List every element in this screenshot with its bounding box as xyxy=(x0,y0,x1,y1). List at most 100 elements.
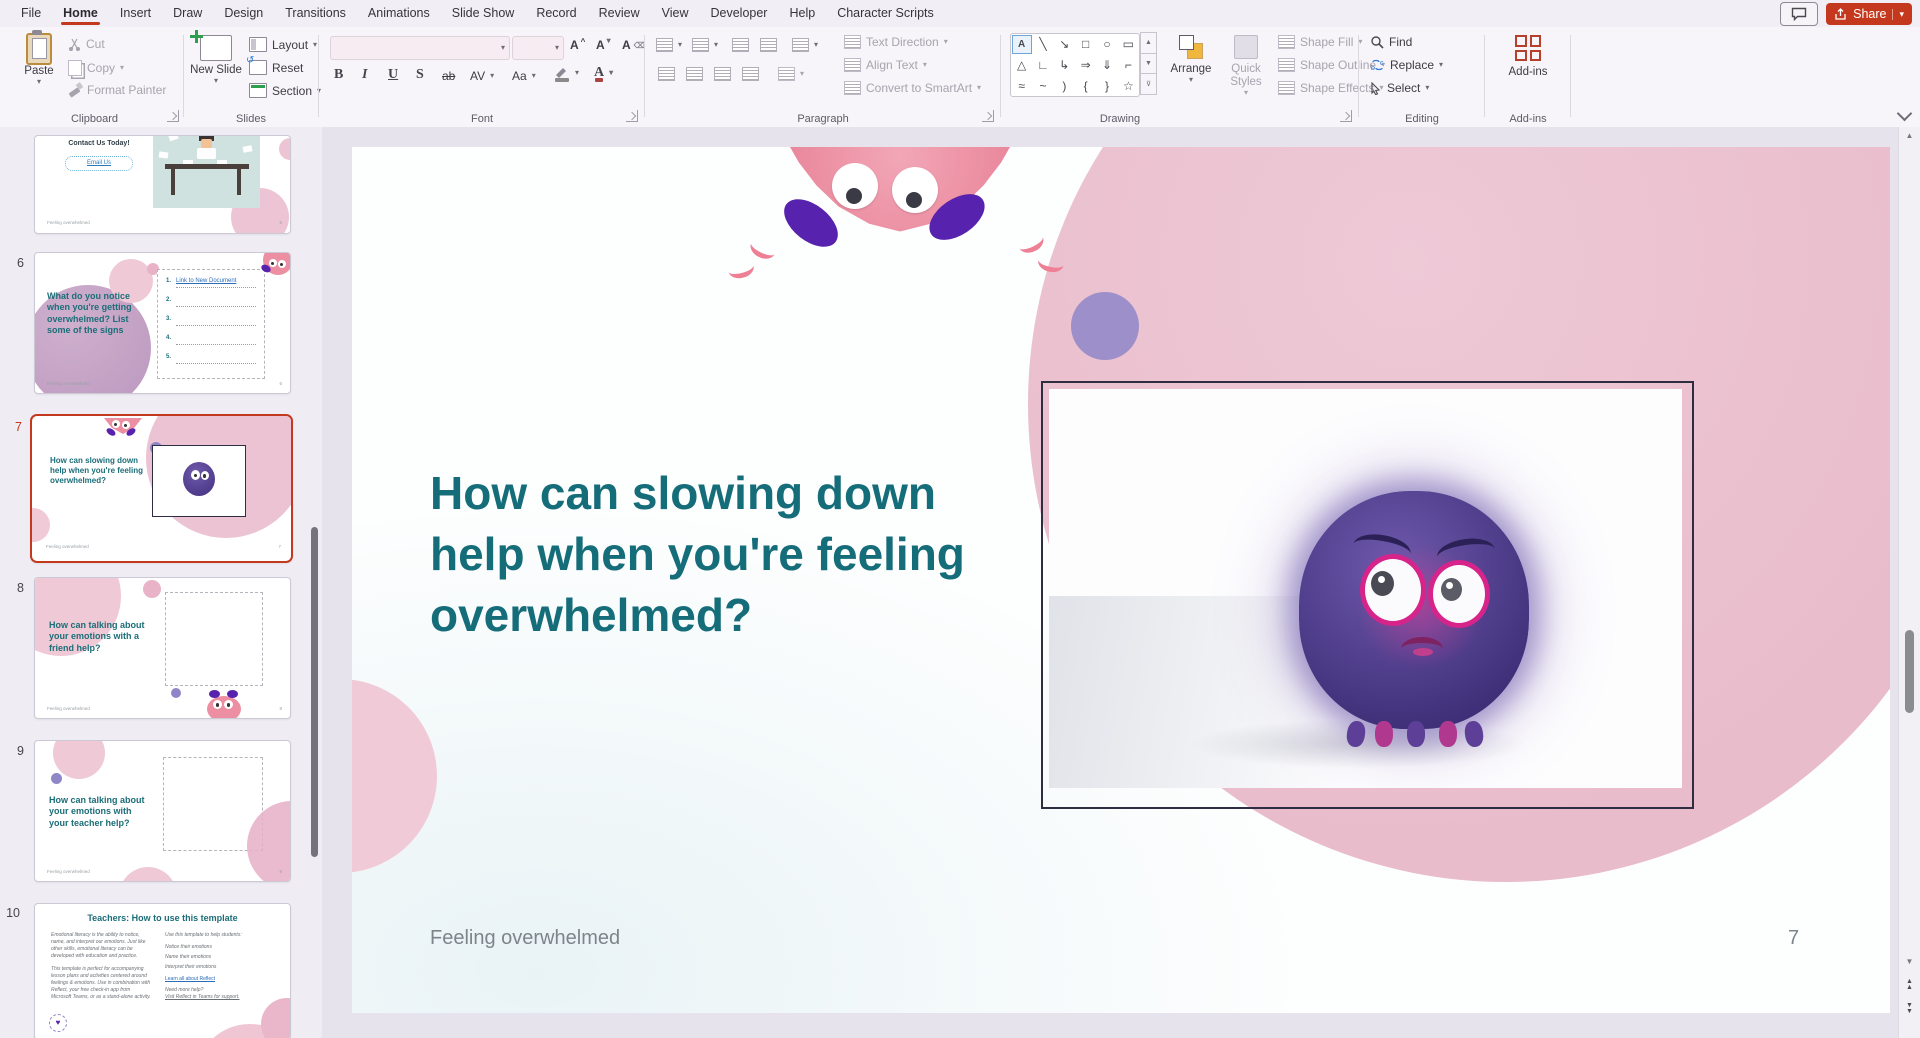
italic-button[interactable]: I xyxy=(362,67,367,83)
arc-shape-icon[interactable]: ) xyxy=(1055,77,1073,94)
addins-button[interactable]: Add-ins xyxy=(1500,35,1556,79)
align-text-button[interactable]: Align Text▾ xyxy=(844,58,927,72)
tab-help[interactable]: Help xyxy=(778,0,826,27)
thumbnail-slide-10[interactable]: Teachers: How to use this template Emoti… xyxy=(34,903,291,1038)
numbering-button[interactable]: ▾ xyxy=(692,38,718,52)
slide-7-editing-surface[interactable]: How can slowing down help when you're fe… xyxy=(352,147,1890,1013)
slide-title-textbox[interactable]: How can slowing down help when you're fe… xyxy=(430,463,1030,646)
thumbnail-slide-7-selected[interactable]: How can slowing down help when you're fe… xyxy=(30,414,293,563)
font-dialog-launcher[interactable] xyxy=(626,110,638,122)
tab-insert[interactable]: Insert xyxy=(109,0,162,27)
copy-dropdown-icon[interactable]: ▾ xyxy=(120,64,124,72)
triangle-shape-icon[interactable]: △ xyxy=(1013,56,1031,73)
clear-formatting-button[interactable]: A⌫ xyxy=(622,38,645,52)
arrow-shape-icon[interactable]: ↘ xyxy=(1055,36,1073,53)
new-slide-button[interactable]: New Slide ▾ xyxy=(189,35,243,85)
vertical-scrollbar[interactable]: ▲ ▼ ▲▲ ▼▼ xyxy=(1898,127,1920,1038)
shape-fill-button[interactable]: Shape Fill▾ xyxy=(1278,35,1362,49)
font-name-combobox[interactable]: ▾ xyxy=(330,36,510,60)
rounded-rectangle-shape-icon[interactable]: ▭ xyxy=(1119,36,1137,53)
underline-button[interactable]: U xyxy=(388,67,398,83)
tab-record[interactable]: Record xyxy=(525,0,587,27)
find-button[interactable]: Find xyxy=(1370,35,1412,49)
tab-character-scripts[interactable]: Character Scripts xyxy=(826,0,945,27)
tab-slide-show[interactable]: Slide Show xyxy=(441,0,526,27)
panel-scrollbar-thumb[interactable] xyxy=(311,527,318,857)
right-brace-shape-icon[interactable]: } xyxy=(1098,77,1116,94)
paste-dropdown-icon[interactable]: ▾ xyxy=(37,78,41,86)
share-button[interactable]: Share ▾ xyxy=(1826,3,1912,25)
tab-file[interactable]: File xyxy=(10,0,52,27)
line-spacing-button[interactable]: ▾ xyxy=(792,38,818,52)
align-left-button[interactable] xyxy=(658,67,675,81)
align-center-button[interactable] xyxy=(686,67,703,81)
align-right-button[interactable] xyxy=(714,67,731,81)
cut-button[interactable]: Cut xyxy=(68,37,105,51)
arrange-button[interactable]: Arrange ▾ xyxy=(1164,35,1218,84)
hanging-creature-illustration[interactable] xyxy=(780,147,1020,262)
textbox-shape-icon[interactable]: A xyxy=(1012,35,1032,54)
slide-number-text[interactable]: 7 xyxy=(1788,927,1799,950)
clipboard-dialog-launcher[interactable] xyxy=(167,110,179,122)
format-painter-button[interactable]: Format Painter xyxy=(68,83,166,97)
down-arrow-shape-icon[interactable]: ⇓ xyxy=(1098,56,1116,73)
text-shadow-button[interactable]: S xyxy=(416,67,424,83)
reset-button[interactable]: Reset xyxy=(249,60,303,75)
layout-button[interactable]: Layout▾ xyxy=(249,37,317,52)
flowchart-shape-icon[interactable]: ⌐ xyxy=(1119,56,1137,73)
thumbnail-slide-8[interactable]: How can talking about your emotions with… xyxy=(34,577,291,719)
shape-gallery-up-button[interactable]: ▲ xyxy=(1140,32,1157,54)
tab-design[interactable]: Design xyxy=(213,0,274,27)
convert-smartart-button[interactable]: Convert to SmartArt▾ xyxy=(844,81,981,95)
columns-button[interactable]: ▾ xyxy=(778,67,804,81)
bullets-button[interactable]: ▾ xyxy=(656,38,682,52)
shape-gallery-more-button[interactable]: ⊽ xyxy=(1140,73,1157,95)
ellipse-shape-icon[interactable]: ○ xyxy=(1098,36,1116,53)
font-size-combobox[interactable]: ▾ xyxy=(512,36,564,60)
text-direction-button[interactable]: Text Direction▾ xyxy=(844,35,948,49)
replace-button[interactable]: bc Replace▾ xyxy=(1370,58,1443,72)
elbow-arrow-icon[interactable]: ↳ xyxy=(1055,56,1073,73)
creature-picture[interactable] xyxy=(1049,389,1682,788)
next-slide-button[interactable]: ▼▼ xyxy=(1899,1003,1920,1015)
scroll-down-icon[interactable]: ▼ xyxy=(1899,957,1920,966)
new-slide-dropdown-icon[interactable]: ▾ xyxy=(214,77,218,85)
drawing-dialog-launcher[interactable] xyxy=(1340,110,1352,122)
tab-view[interactable]: View xyxy=(651,0,700,27)
line-shape-icon[interactable]: ╲ xyxy=(1034,36,1052,53)
scrollbar-thumb[interactable] xyxy=(1905,630,1914,713)
scroll-up-icon[interactable]: ▲ xyxy=(1899,131,1920,140)
decrease-indent-button[interactable] xyxy=(732,38,749,52)
tab-developer[interactable]: Developer xyxy=(699,0,778,27)
shape-gallery[interactable]: A ╲ ↘ □ ○ ▭ △ ∟ ↳ ⇒ ⇓ ⌐ ≈ ~ ) { } ☆ xyxy=(1010,33,1140,97)
comments-button[interactable] xyxy=(1780,2,1818,26)
tab-animations[interactable]: Animations xyxy=(357,0,441,27)
right-arrow-shape-icon[interactable]: ⇒ xyxy=(1077,56,1095,73)
tab-home[interactable]: Home xyxy=(52,0,109,27)
panel-scrollbar[interactable] xyxy=(310,127,319,1038)
thumbnail-slide-6[interactable]: What do you notice when you're getting o… xyxy=(34,252,291,394)
thumbnail-slide-9[interactable]: How can talking about your emotions with… xyxy=(34,740,291,882)
justify-button[interactable] xyxy=(742,67,759,81)
highlight-color-button[interactable]: ▾ xyxy=(554,65,579,81)
paragraph-dialog-launcher[interactable] xyxy=(982,110,994,122)
increase-indent-button[interactable] xyxy=(760,38,777,52)
character-spacing-button[interactable]: AV▾ xyxy=(470,69,494,83)
share-dropdown-icon[interactable]: ▾ xyxy=(1892,9,1904,20)
tab-review[interactable]: Review xyxy=(588,0,651,27)
tab-draw[interactable]: Draw xyxy=(162,0,213,27)
left-brace-shape-icon[interactable]: { xyxy=(1077,77,1095,94)
elbow-connector-icon[interactable]: ∟ xyxy=(1034,56,1052,73)
collapse-ribbon-button[interactable] xyxy=(1897,106,1913,122)
change-case-button[interactable]: Aa▾ xyxy=(512,69,536,83)
rectangle-shape-icon[interactable]: □ xyxy=(1077,36,1095,53)
shrink-font-button[interactable]: A▾ xyxy=(596,38,611,52)
section-button[interactable]: Section▾ xyxy=(249,83,321,98)
strikethrough-button[interactable]: ab xyxy=(442,69,455,83)
tab-transitions[interactable]: Transitions xyxy=(274,0,357,27)
previous-slide-button[interactable]: ▲▲ xyxy=(1899,979,1920,991)
thumbnail-slide-5[interactable]: Contact Us Today! Email Us Feeling overw… xyxy=(34,135,291,234)
scribble-shape-icon[interactable]: ≈ xyxy=(1013,77,1031,94)
bold-button[interactable]: B xyxy=(334,67,343,83)
paste-button[interactable]: Paste ▾ xyxy=(16,33,62,86)
